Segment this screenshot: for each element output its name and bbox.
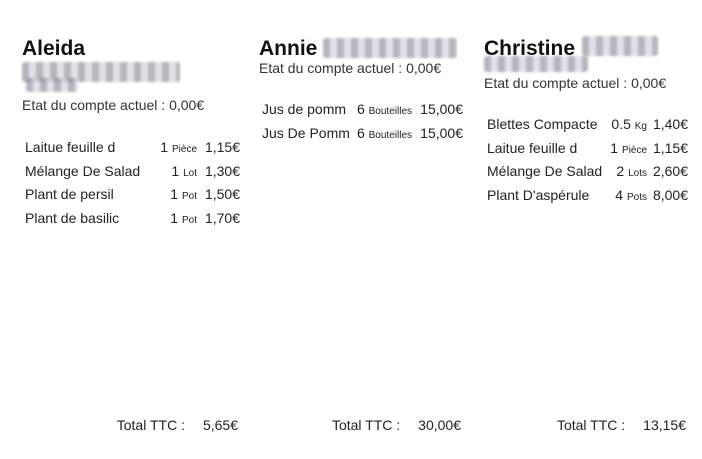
item-quantity: 4 Pots <box>615 186 647 203</box>
item-name: Plant D'aspérule <box>487 186 590 203</box>
list-item: Jus De Pomm 6 Bouteilles 15,00€ <box>259 125 463 149</box>
redacted-surname <box>484 56 588 72</box>
item-name: Jus de pomm <box>262 101 347 117</box>
item-name: Laitue feuille d <box>487 139 578 156</box>
list-item: Jus de pomm 6 Bouteilles 15,00€ <box>259 101 463 125</box>
total-label: Total TTC : <box>331 417 401 433</box>
customer-name: Aleida <box>22 37 86 60</box>
list-item: Laitue feuille d 1 Pièce 1,15€ <box>22 139 240 163</box>
customer-column-aleida: Aleida Etat du compte actuel : 0,00€ Lai… <box>22 0 240 459</box>
customer-name: Annie <box>259 37 318 60</box>
redacted-surname <box>323 38 457 58</box>
item-price: 15,00€ <box>420 101 463 117</box>
account-balance: Etat du compte actuel : 0,00€ <box>22 97 205 113</box>
total-value: 5,65€ <box>202 417 238 433</box>
item-name: Mélange De Salad <box>487 163 603 179</box>
item-name: Laitue feuille d <box>25 139 116 155</box>
order-total: Total TTC : 30,00€ <box>332 417 461 433</box>
item-quantity: 0.5 Kg <box>611 116 647 132</box>
list-item: Plant de persil 1 Pot 1,50€ <box>22 186 240 210</box>
total-label: Total TTC : <box>116 417 185 433</box>
list-item: Laitue feuille d 1 Pièce 1,15€ <box>484 140 688 164</box>
customer-column-annie: Annie Etat du compte actuel : 0,00€ Jus … <box>259 0 463 459</box>
list-item: Mélange De Salad 1 Lot 1,30€ <box>22 163 240 187</box>
total-value: 30,00€ <box>418 417 461 433</box>
account-balance: Etat du compte actuel : 0,00€ <box>259 60 442 76</box>
order-total: Total TTC : 5,65€ <box>117 417 238 433</box>
item-name: Plant de basilic <box>25 209 120 226</box>
redacted-surname <box>26 78 78 92</box>
item-price: 1,40€ <box>652 116 688 132</box>
item-list: Jus de pomm 6 Bouteilles 15,00€ Jus De P… <box>259 101 463 148</box>
item-name: Jus De Pomm <box>262 124 350 141</box>
item-quantity: 2 Lots <box>616 163 647 179</box>
redacted-surname <box>582 36 658 56</box>
item-price: 15,00€ <box>420 124 463 141</box>
item-price: 1,15€ <box>652 139 688 156</box>
item-name: Plant de persil <box>25 186 114 202</box>
item-price: 2,60€ <box>652 163 688 179</box>
item-quantity: 1 Lot <box>171 162 197 179</box>
item-name: Mélange De Salad <box>25 162 141 179</box>
total-value: 13,15€ <box>643 417 686 433</box>
order-total: Total TTC : 13,15€ <box>557 417 686 433</box>
item-quantity: 6 Bouteilles <box>356 124 412 141</box>
item-quantity: 6 Bouteilles <box>356 101 412 117</box>
item-price: 1,50€ <box>204 186 240 202</box>
item-price: 1,15€ <box>204 139 240 155</box>
list-item: Plant de basilic 1 Pot 1,70€ <box>22 210 240 234</box>
item-list: Laitue feuille d 1 Pièce 1,15€ Mélange D… <box>22 139 240 233</box>
item-price: 1,70€ <box>204 209 240 226</box>
item-name: Blettes Compacte <box>487 116 598 132</box>
item-price: 8,00€ <box>652 186 688 203</box>
list-item: Mélange De Salad 2 Lots 2,60€ <box>484 163 688 187</box>
item-price: 1,30€ <box>204 162 240 179</box>
list-item: Blettes Compacte 0.5 Kg 1,40€ <box>484 116 688 140</box>
customer-column-christine: Christine Etat du compte actuel : 0,00€ … <box>484 0 688 459</box>
item-list: Blettes Compacte 0.5 Kg 1,40€ Laitue feu… <box>484 116 688 210</box>
account-balance: Etat du compte actuel : 0,00€ <box>484 75 667 91</box>
list-item: Plant D'aspérule 4 Pots 8,00€ <box>484 187 688 211</box>
item-quantity: 1 Pièce <box>160 139 197 155</box>
item-quantity: 1 Pièce <box>610 139 647 156</box>
item-quantity: 1 Pot <box>170 209 197 226</box>
total-label: Total TTC : <box>556 417 626 433</box>
item-quantity: 1 Pot <box>170 186 197 202</box>
